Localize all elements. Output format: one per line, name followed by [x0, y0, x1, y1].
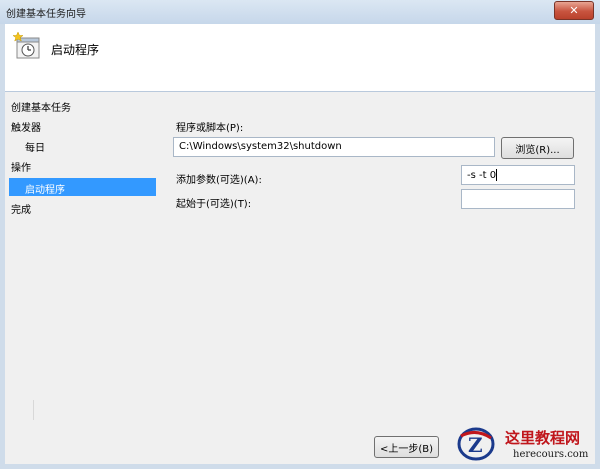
start-in-input[interactable]: [461, 189, 575, 209]
wizard-steps: 创建基本任务 触发器 每日 操作 启动程序 完成: [5, 92, 161, 464]
watermark: Z 这里教程网 herecours.com: [453, 422, 595, 464]
step-trigger[interactable]: 触发器: [11, 119, 41, 134]
watermark-name: 这里教程网: [505, 429, 581, 447]
arguments-label: 添加参数(可选)(A):: [176, 175, 262, 186]
step-start-program[interactable]: 启动程序: [9, 178, 156, 196]
arguments-input[interactable]: -s -t 0: [461, 165, 575, 185]
close-button[interactable]: ✕: [554, 1, 594, 20]
page-title: 启动程序: [51, 43, 100, 57]
title-bar: 创建基本任务向导 ✕: [0, 0, 600, 24]
step-finish[interactable]: 完成: [11, 201, 31, 216]
wizard-content: 创建基本任务 触发器 每日 操作 启动程序 完成 程序或脚本(P): C:\Wi…: [5, 92, 595, 464]
step-daily[interactable]: 每日: [25, 139, 45, 154]
back-button[interactable]: <上一步(B): [374, 436, 439, 458]
divider: [33, 400, 34, 420]
step-start-program-label: 启动程序: [25, 185, 65, 196]
close-icon: ✕: [569, 4, 579, 17]
start-in-label: 起始于(可选)(T):: [176, 199, 252, 210]
step-action[interactable]: 操作: [11, 159, 31, 174]
scheduled-task-icon: [13, 32, 40, 59]
arguments-value: -s -t 0: [467, 170, 497, 181]
wizard-header: 启动程序: [5, 24, 595, 92]
browse-button[interactable]: 浏览(R)...: [501, 137, 574, 159]
watermark-logo-icon: Z: [457, 427, 495, 461]
watermark-url: herecours.com: [513, 449, 589, 460]
program-label: 程序或脚本(P):: [176, 123, 244, 134]
window-title: 创建基本任务向导: [6, 9, 86, 20]
step-create-basic-task[interactable]: 创建基本任务: [11, 99, 71, 114]
svg-text:Z: Z: [468, 433, 483, 457]
text-cursor: [496, 169, 498, 181]
program-input[interactable]: C:\Windows\system32\shutdown: [173, 137, 495, 157]
